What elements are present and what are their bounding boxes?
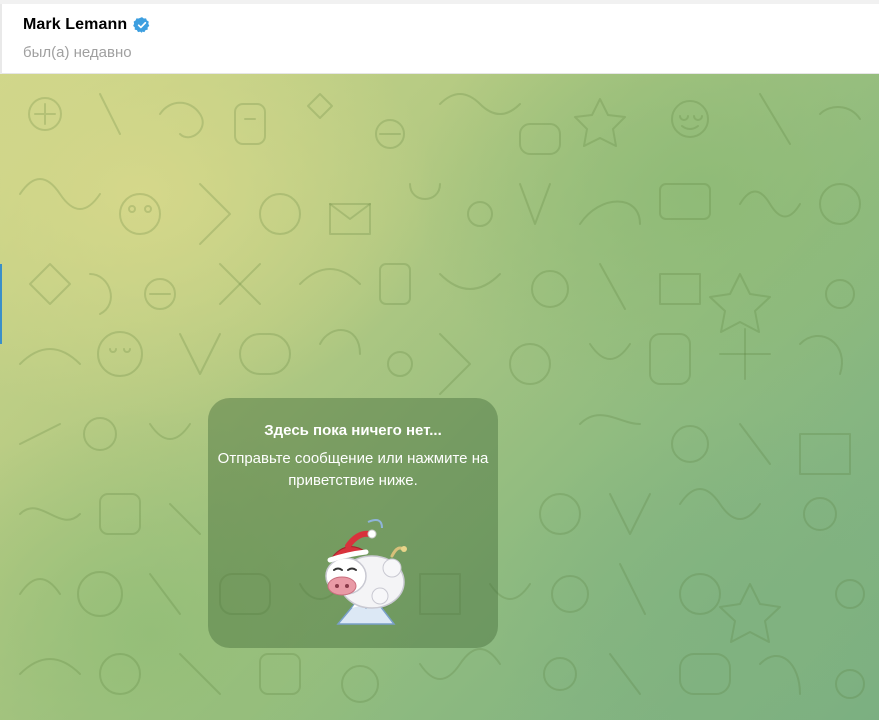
chat-header[interactable]: Mark Lemann был(а) недавно (0, 4, 879, 74)
greeting-sticker[interactable] (316, 516, 416, 628)
empty-chat-placeholder: Здесь пока ничего нет... Отправьте сообщ… (208, 398, 498, 648)
contact-name[interactable]: Mark Lemann (23, 16, 127, 34)
verified-badge-icon (133, 16, 151, 34)
contact-name-row[interactable]: Mark Lemann (23, 16, 151, 34)
chat-background: Здесь пока ничего нет... Отправьте сообщ… (0, 74, 879, 720)
empty-chat-title: Здесь пока ничего нет... (264, 422, 442, 439)
contact-status: был(а) недавно (23, 44, 132, 61)
empty-chat-description: Отправьте сообщение или нажмите на приве… (217, 450, 489, 489)
left-edge-accent (0, 264, 2, 344)
cow-santa-hat-icon (325, 519, 407, 625)
header-divider (0, 4, 2, 74)
chat-window: Mark Lemann был(а) недавно Здесь пока ни… (0, 0, 879, 720)
